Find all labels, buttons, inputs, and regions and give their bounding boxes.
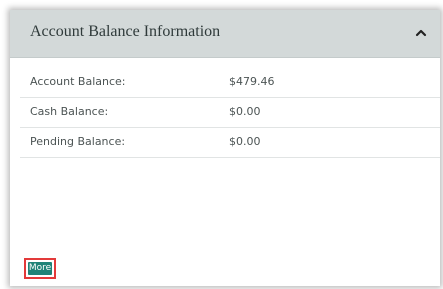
balance-row-pending: Pending Balance: $0.00 (20, 128, 440, 158)
balance-row-cash: Cash Balance: $0.00 (20, 98, 440, 128)
balance-label: Pending Balance: (30, 135, 126, 148)
more-button-highlight: More (24, 258, 56, 279)
balance-value: $479.46 (229, 75, 275, 88)
balance-label: Cash Balance: (30, 105, 109, 118)
more-button[interactable]: More (28, 262, 52, 275)
panel-title: Account Balance Information (30, 23, 221, 40)
balance-value: $0.00 (229, 135, 261, 148)
account-balance-panel: Account Balance Information Account Bala… (10, 10, 440, 286)
chevron-up-icon[interactable] (410, 22, 432, 44)
balance-row-account: Account Balance: $479.46 (20, 68, 440, 98)
balance-list: Account Balance: $479.46 Cash Balance: $… (20, 68, 440, 158)
panel-header[interactable]: Account Balance Information (10, 10, 440, 58)
balance-value: $0.00 (229, 105, 261, 118)
balance-label: Account Balance: (30, 75, 126, 88)
